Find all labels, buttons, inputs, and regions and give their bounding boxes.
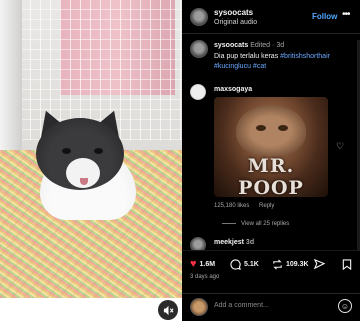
- caption-age: 3d: [276, 42, 285, 49]
- speaker-muted-icon: [163, 305, 174, 315]
- comment-button[interactable]: 5.1K: [230, 259, 259, 270]
- comment-icon: [230, 259, 241, 270]
- comment-count: 5.1K: [244, 261, 259, 268]
- comment-like-heart-icon[interactable]: ♡: [336, 141, 344, 152]
- comment-avatar[interactable]: [190, 84, 206, 100]
- send-icon: [314, 259, 325, 270]
- hashtag-link[interactable]: #cat: [253, 63, 266, 70]
- comment-likes[interactable]: 125,180 likes: [214, 203, 249, 209]
- emoji-icon[interactable]: ☺: [338, 299, 352, 313]
- caption-username[interactable]: sysoocats: [214, 42, 248, 49]
- comment2-age: 3d: [245, 239, 255, 246]
- hashtag-link[interactable]: #britishshorthair: [280, 53, 330, 60]
- header-username[interactable]: sysoocats: [214, 8, 253, 17]
- caption-text: Dia pup terlalu keras #britishshorthair …: [214, 52, 354, 72]
- more-horizontal-icon[interactable]: •••: [342, 9, 350, 20]
- avatar[interactable]: [190, 8, 208, 26]
- meme-cat-right-eye: [278, 125, 288, 131]
- comment2-header: meekjest 3d: [214, 239, 254, 246]
- meme-cat-left-eye: [256, 125, 266, 131]
- heart-filled-icon: ♥: [190, 258, 197, 270]
- audio-label[interactable]: Original audio: [214, 19, 257, 26]
- share-button[interactable]: [314, 259, 328, 270]
- view-replies-link[interactable]: View all 25 replies: [222, 221, 289, 227]
- current-user-avatar: [190, 298, 208, 316]
- caption-dot: ·: [272, 42, 275, 49]
- post-header: sysoocats Original audio Follow •••: [182, 0, 360, 34]
- caption-header: sysoocats Edited · 3d: [214, 42, 284, 49]
- add-comment-bar: Add a comment... ☺: [182, 293, 360, 321]
- reel-video[interactable]: [0, 0, 182, 321]
- caption-body: Dia pup terlalu keras: [214, 53, 279, 60]
- post-time-ago: 3 days ago: [190, 274, 220, 280]
- meme-caption: MR. POOP: [238, 155, 304, 197]
- repost-count: 109.3K: [286, 261, 309, 268]
- add-comment-input[interactable]: Add a comment...: [214, 302, 269, 309]
- follow-button[interactable]: Follow: [312, 12, 337, 21]
- save-button[interactable]: [342, 259, 355, 270]
- comment-image[interactable]: MR. POOP: [214, 97, 328, 197]
- comment-meta: 125,180 likes Reply: [214, 203, 282, 209]
- like-count: 1.6M: [199, 261, 216, 268]
- comment2-username[interactable]: meekjest: [214, 239, 244, 246]
- hashtag-link[interactable]: #kucinglucu: [214, 63, 251, 70]
- kitten-right-eye: [94, 148, 103, 154]
- kitten-left-eye: [62, 148, 71, 154]
- mute-button[interactable]: [158, 300, 178, 320]
- repost-button[interactable]: 109.3K: [272, 259, 309, 270]
- comment-username[interactable]: maxsogaya: [214, 86, 252, 93]
- caption-edited: Edited: [250, 42, 271, 49]
- post-panel: sysoocats Original audio Follow ••• syso…: [182, 0, 360, 321]
- comment-reply-button[interactable]: Reply: [259, 203, 274, 209]
- like-button[interactable]: ♥ 1.6M: [190, 259, 215, 270]
- caption-avatar[interactable]: [190, 40, 208, 58]
- video-bottom-strip: [0, 298, 182, 321]
- meme-cat-face: [236, 105, 306, 157]
- bookmark-icon: [342, 259, 352, 270]
- repost-icon: [273, 259, 282, 270]
